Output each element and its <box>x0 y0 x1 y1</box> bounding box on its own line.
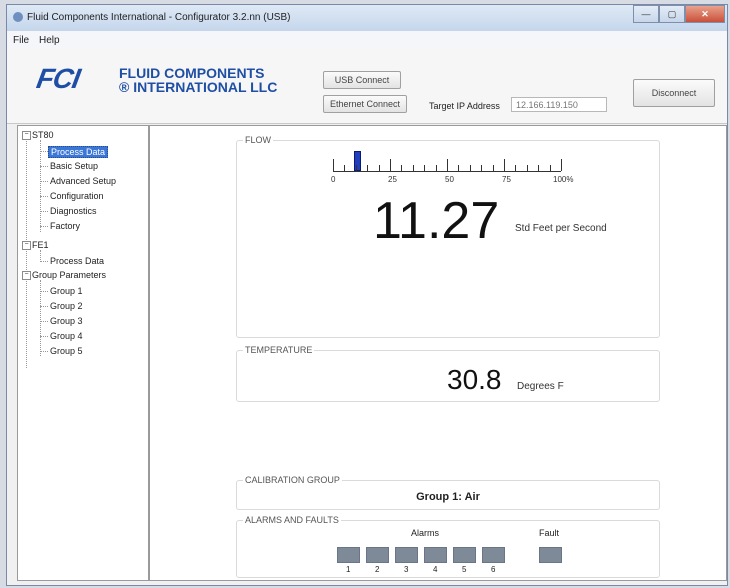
tree-node-fe1[interactable]: FE1 <box>32 240 49 250</box>
flow-scale-major-tick <box>561 159 562 171</box>
tree-item-factory[interactable]: Factory <box>50 221 80 231</box>
tree-item-advanced-setup[interactable]: Advanced Setup <box>50 176 116 186</box>
tree-item-group-4[interactable]: Group 4 <box>50 331 83 341</box>
flow-scale-minor-tick <box>367 165 369 171</box>
tree-item-group-5[interactable]: Group 5 <box>50 346 83 356</box>
flow-value: 11.27 <box>373 192 500 250</box>
ethernet-connect-button[interactable]: Ethernet Connect <box>323 95 407 113</box>
fault-label: Fault <box>539 528 560 538</box>
minimize-button[interactable]: — <box>633 5 659 23</box>
flow-scale-label: 100% <box>553 175 574 184</box>
tree-node-st80[interactable]: ST80 <box>32 130 54 140</box>
alarm-indicator <box>337 547 360 563</box>
flow-group-label: FLOW <box>243 135 273 145</box>
alarm-indicator <box>453 547 476 563</box>
tree-item-basic-setup[interactable]: Basic Setup <box>50 161 98 171</box>
maximize-button[interactable]: ▢ <box>659 5 685 23</box>
flow-scale-label: 75 <box>502 175 511 184</box>
flow-scale-minor-tick <box>549 165 551 171</box>
alarm-indicator <box>366 547 389 563</box>
alarm-number: 3 <box>404 565 409 574</box>
close-button[interactable]: ✕ <box>685 5 725 23</box>
alarm-number: 4 <box>433 565 438 574</box>
alarms-faults-group: ALARMS AND FAULTS Alarms Fault 1 2 3 4 5 6 <box>236 515 660 578</box>
flow-scale-minor-tick <box>424 165 426 171</box>
flow-scale-label: 0 <box>331 175 336 184</box>
title-bar: Fluid Components International - Configu… <box>7 5 727 31</box>
calibration-group: CALIBRATION GROUP Group 1: Air <box>236 475 660 510</box>
tree-item-diagnostics[interactable]: Diagnostics <box>50 206 97 216</box>
flow-scale-major-tick <box>504 159 505 171</box>
flow-scale-major-tick <box>390 159 391 171</box>
alarm-indicator <box>395 547 418 563</box>
flow-scale-major-tick <box>447 159 448 171</box>
flow-group: FLOW 0 25 50 75 100% 11.27 Std Feet per Seco… <box>236 135 660 338</box>
app-window: Fluid Components International - Configu… <box>6 4 728 586</box>
process-data-panel: FLOW 0 25 50 75 100% 11.27 Std Feet per Seco… <box>149 125 727 581</box>
flow-scale-minor-tick <box>435 165 437 171</box>
flow-scale-minor-tick <box>458 165 460 171</box>
alarm-number: 6 <box>491 565 496 574</box>
temperature-unit: Degrees F <box>517 381 564 392</box>
alarms-faults-label: ALARMS AND FAULTS <box>243 515 341 525</box>
menu-file[interactable]: File <box>13 35 29 46</box>
menu-bar: File Help <box>7 31 727 49</box>
flow-scale-minor-tick <box>515 165 517 171</box>
flow-scale-minor-tick <box>492 165 494 171</box>
flow-scale-label: 25 <box>388 175 397 184</box>
calibration-value: Group 1: Air <box>416 491 480 503</box>
temperature-group-label: TEMPERATURE <box>243 345 315 355</box>
header-panel: FCI FLUID COMPONENTS ® INTERNATIONAL LLC… <box>7 49 727 124</box>
flow-scale-major-tick <box>333 159 334 171</box>
ip-address-input[interactable] <box>511 97 607 112</box>
flow-scale-label: 50 <box>445 175 454 184</box>
tree-item-group-1[interactable]: Group 1 <box>50 286 83 296</box>
alarm-number: 5 <box>462 565 467 574</box>
temperature-value: 30.8 <box>447 364 502 395</box>
window-title: Fluid Components International - Configu… <box>27 12 291 23</box>
flow-scale-minor-tick <box>481 165 483 171</box>
tree-item-configuration[interactable]: Configuration <box>50 191 104 201</box>
menu-help[interactable]: Help <box>39 35 60 46</box>
flow-scale-minor-tick <box>412 165 414 171</box>
alarm-number: 2 <box>375 565 380 574</box>
flow-unit: Std Feet per Second <box>515 223 607 234</box>
flow-scale-minor-tick <box>401 165 403 171</box>
group-params-expander-icon[interactable]: − <box>22 271 31 280</box>
disconnect-button[interactable]: Disconnect <box>633 79 715 107</box>
tree-item-fe1-process-data[interactable]: Process Data <box>50 256 104 266</box>
alarm-indicator <box>482 547 505 563</box>
flow-scale-minor-tick <box>526 165 528 171</box>
st80-expander-icon[interactable]: − <box>22 131 31 140</box>
tree-item-group-2[interactable]: Group 2 <box>50 301 83 311</box>
navigation-tree: − ST80 Process Data Basic Setup Advanced… <box>17 125 149 581</box>
ip-address-label: Target IP Address <box>429 101 500 111</box>
alarm-number: 1 <box>346 565 351 574</box>
fe1-expander-icon[interactable]: − <box>22 241 31 250</box>
flow-scale-minor-tick <box>378 165 380 171</box>
flow-scale-minor-tick <box>355 165 357 171</box>
temperature-group: TEMPERATURE 30.8 Degrees F <box>236 345 660 402</box>
fault-indicator <box>539 547 562 563</box>
tree-item-st80-process-data[interactable]: Process Data <box>48 146 109 158</box>
alarm-indicator <box>424 547 447 563</box>
flow-scale-minor-tick <box>344 165 346 171</box>
tree-node-group-parameters[interactable]: Group Parameters <box>32 270 106 280</box>
alarms-label: Alarms <box>411 528 440 538</box>
flow-scale-minor-tick <box>538 165 540 171</box>
tree-item-group-3[interactable]: Group 3 <box>50 316 83 326</box>
flow-scale-minor-tick <box>469 165 471 171</box>
fci-logo-mark: FCI <box>34 63 82 94</box>
logo-line-2: ® INTERNATIONAL LLC <box>119 79 278 95</box>
app-icon <box>13 12 23 22</box>
flow-scale: 0 25 50 75 100% <box>331 151 573 187</box>
calibration-group-label: CALIBRATION GROUP <box>243 475 342 485</box>
usb-connect-button[interactable]: USB Connect <box>323 71 401 89</box>
